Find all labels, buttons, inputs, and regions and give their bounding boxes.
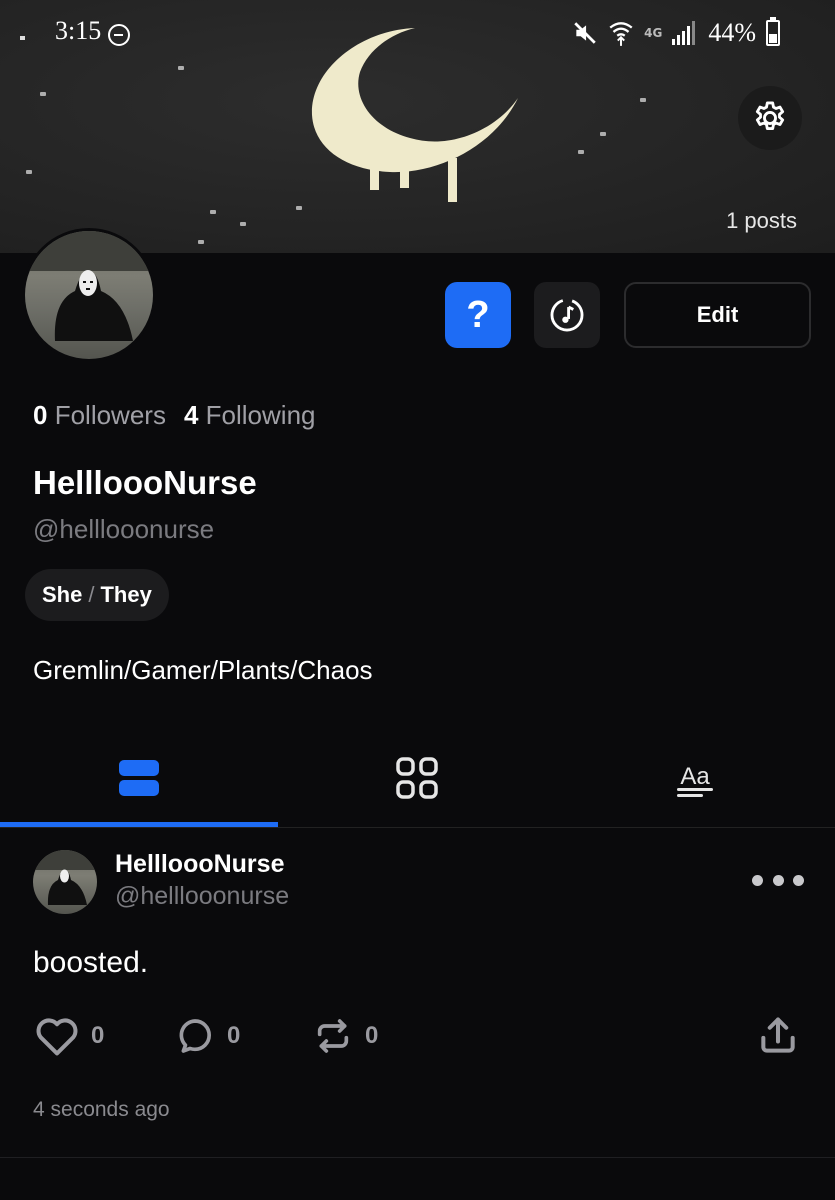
follow-stats: 0 Followers 4 Following [33, 400, 315, 431]
music-button[interactable] [534, 282, 600, 348]
gear-icon [755, 101, 785, 131]
post-timestamp: 4 seconds ago [33, 1098, 170, 1121]
heart-icon [36, 1018, 78, 1056]
text-icon-glyph: Aa [680, 763, 710, 790]
like-count: 0 [91, 1022, 105, 1049]
wifi-icon [609, 22, 633, 46]
post-author-handle: @helllooonurse [115, 882, 290, 910]
pronoun-first: She [42, 582, 83, 607]
display-name: HellloooNurse [33, 464, 257, 501]
avatar-figure-image [33, 850, 97, 905]
post-text: boosted. [33, 946, 149, 979]
more-options-button[interactable] [752, 872, 804, 888]
help-button[interactable]: ? [445, 282, 511, 348]
settings-button[interactable] [738, 86, 802, 150]
dot-icon [772, 874, 784, 886]
following-link[interactable]: 4 Following [184, 400, 316, 431]
battery-percent: 44% [708, 18, 756, 47]
post-author-name[interactable]: HellloooNurse [115, 850, 284, 879]
following-label: Following [205, 400, 316, 430]
network-type: 4G [644, 26, 663, 40]
status-bar: 3:15 4G 44% [0, 0, 835, 62]
profile-tabs: Aa [0, 728, 835, 828]
dot-icon [793, 874, 804, 886]
boost-button[interactable]: 0 [313, 1014, 378, 1058]
signal-icon [672, 21, 696, 45]
tab-text[interactable]: Aa [556, 728, 834, 828]
boost-count: 0 [365, 1022, 379, 1049]
status-time: 3:15 [55, 16, 102, 45]
followers-link[interactable]: 0 Followers [33, 400, 166, 431]
profile-handle: @helllooonurse [33, 514, 215, 544]
followers-count: 0 [33, 400, 48, 430]
like-button[interactable]: 0 [35, 1014, 104, 1058]
share-icon [761, 1017, 795, 1053]
grid-icon [396, 757, 438, 799]
comment-icon [179, 1019, 211, 1053]
edit-profile-button[interactable]: Edit [624, 282, 811, 348]
posts-count: 1 posts [726, 208, 797, 233]
help-label: ? [466, 293, 490, 336]
do-not-disturb-icon [108, 24, 130, 46]
share-button[interactable] [756, 1014, 800, 1058]
post-card[interactable]: HellloooNurse @helllooonurse boosted. 0 … [0, 828, 835, 1158]
reply-button[interactable]: 0 [175, 1014, 240, 1058]
followers-label: Followers [54, 400, 166, 430]
dot-icon [752, 874, 763, 886]
text-icon: Aa [677, 763, 713, 797]
following-count: 4 [183, 400, 199, 430]
active-tab-indicator [0, 822, 278, 827]
profile-bio: Gremlin/Gamer/Plants/Chaos [33, 655, 373, 685]
tab-posts[interactable] [0, 728, 278, 828]
avatar-figure-image [25, 231, 153, 341]
posts-list-icon [119, 760, 159, 796]
battery-icon [766, 17, 780, 46]
mute-icon [574, 22, 596, 44]
profile-avatar[interactable] [22, 228, 156, 362]
music-note-icon [550, 298, 584, 332]
tab-grid[interactable] [278, 728, 556, 828]
post-author-avatar[interactable] [33, 850, 97, 914]
repost-icon [317, 1019, 349, 1053]
reply-count: 0 [227, 1022, 241, 1049]
pronouns-chip: She / They [25, 569, 169, 621]
notification-dot [20, 36, 25, 40]
pronoun-second: They [100, 582, 152, 607]
pronoun-separator: / [88, 582, 95, 607]
